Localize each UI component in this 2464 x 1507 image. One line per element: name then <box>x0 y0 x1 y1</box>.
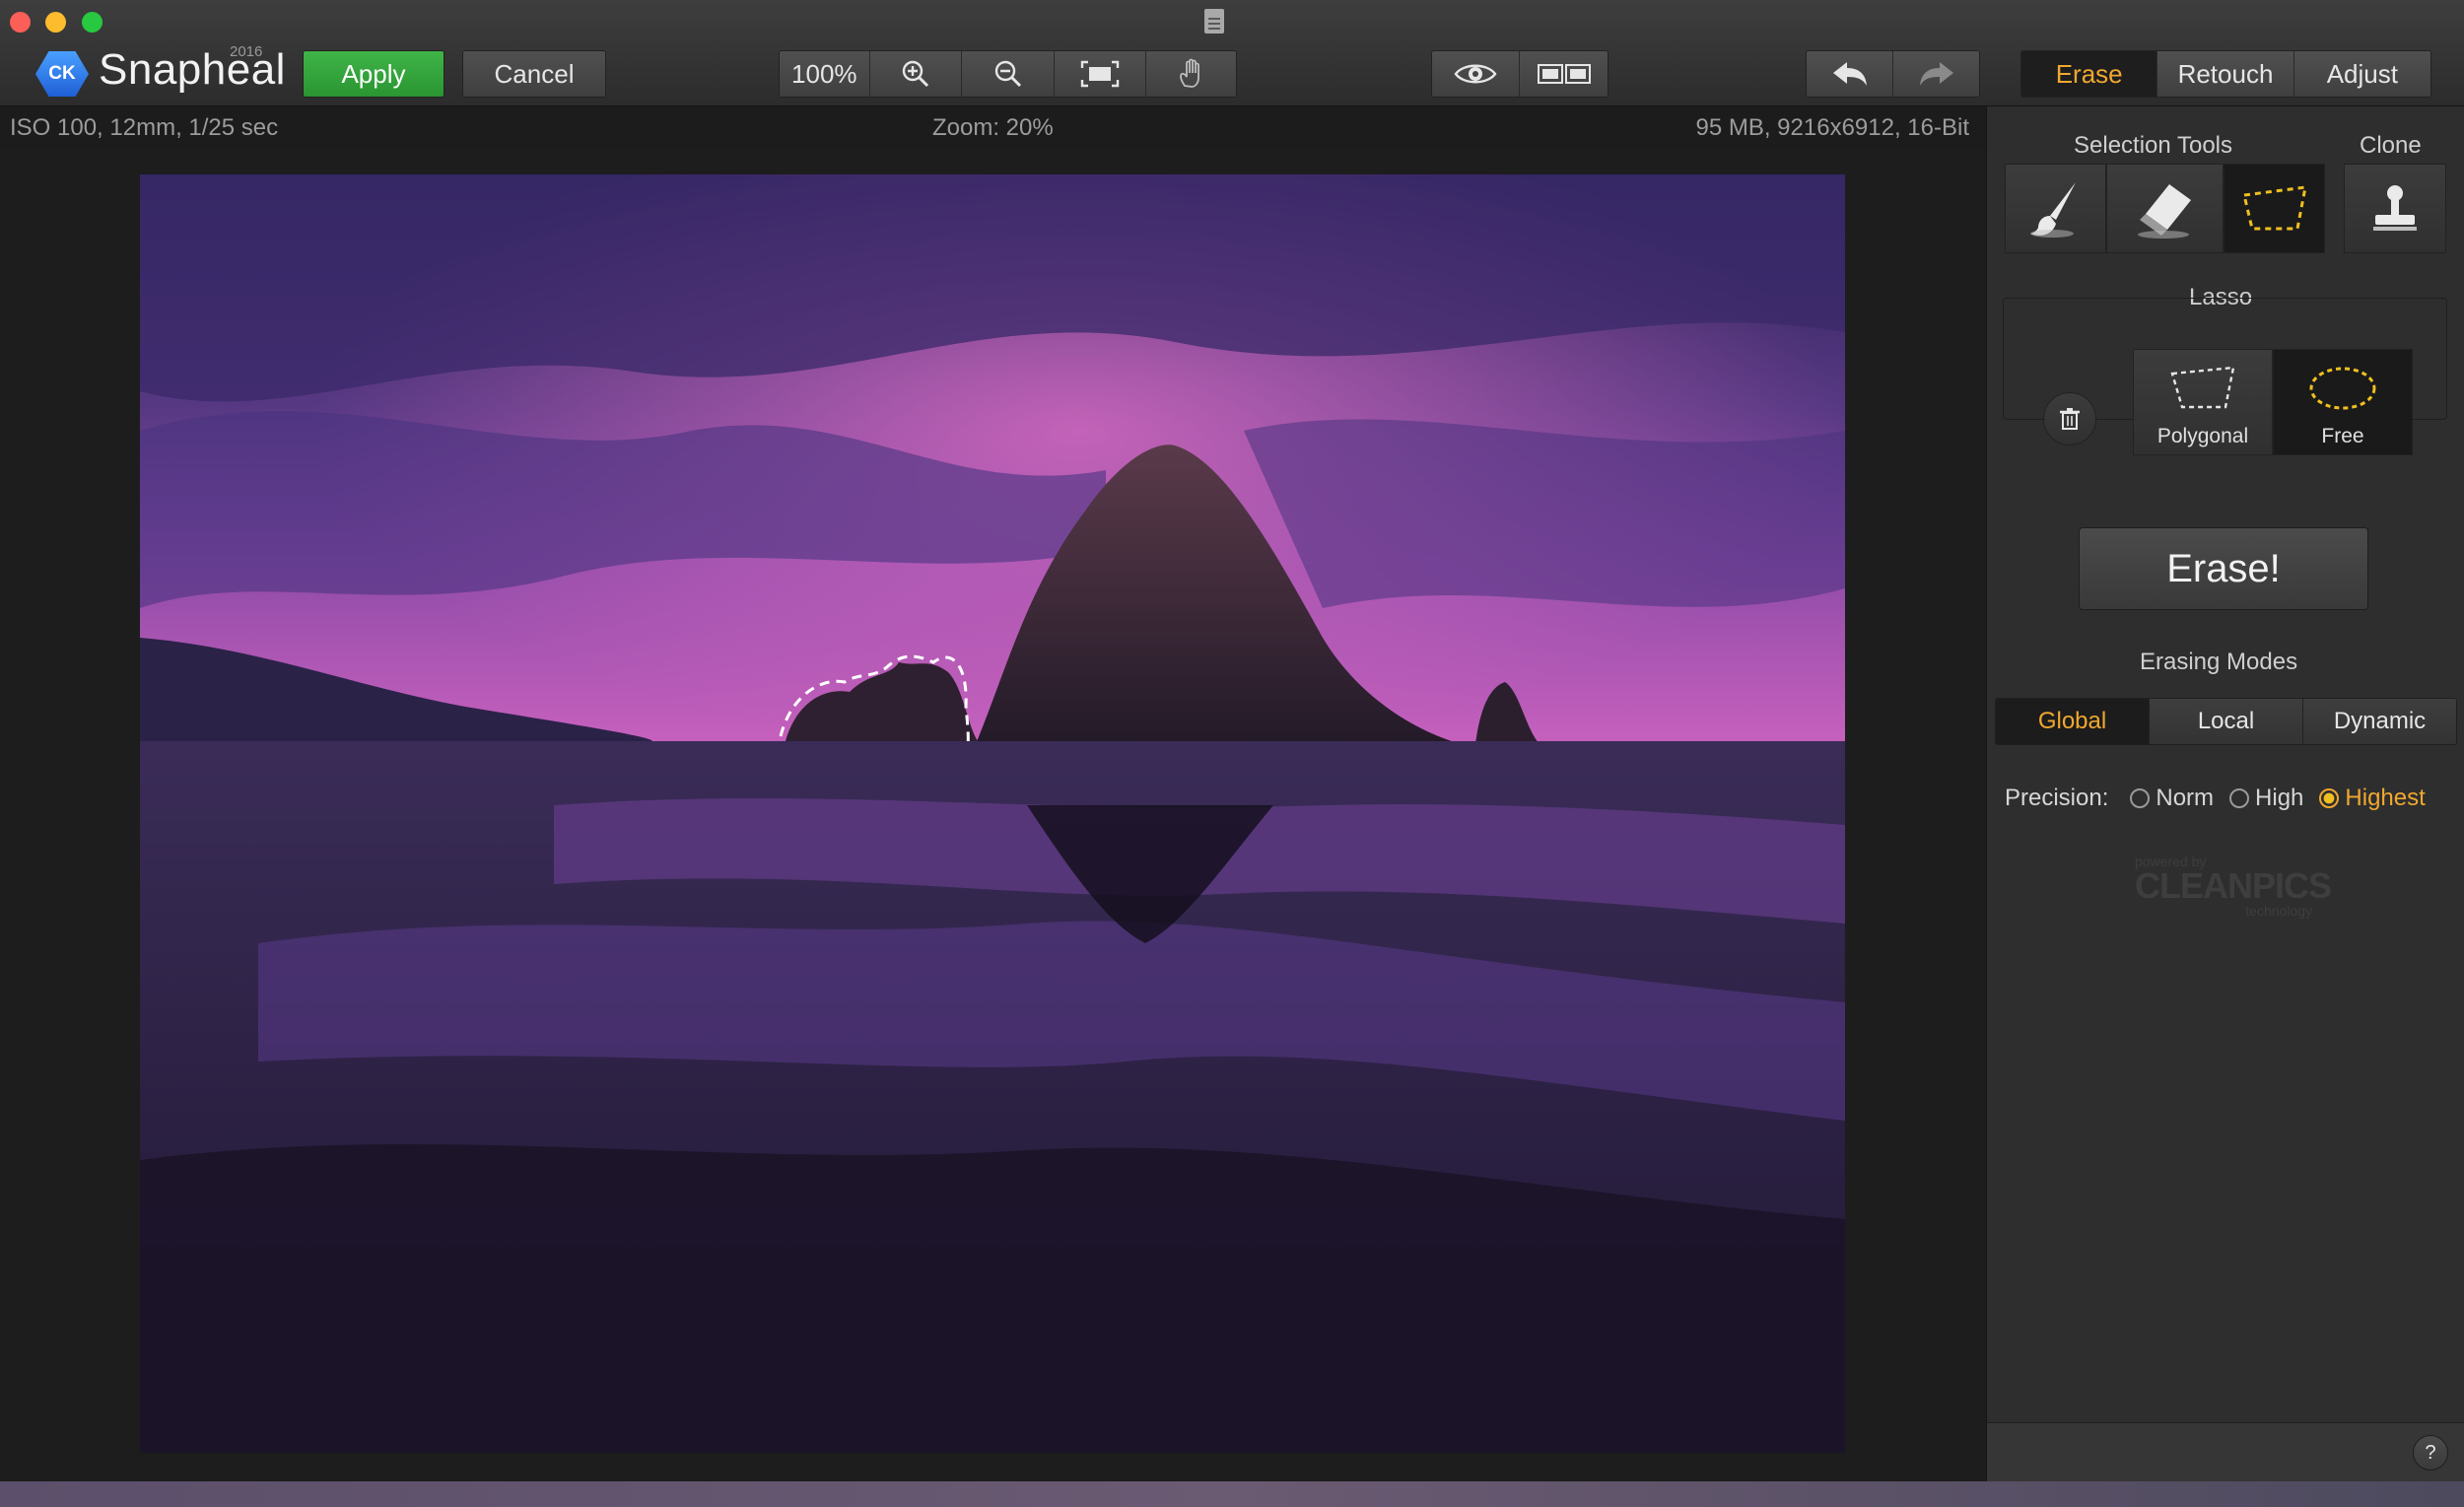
precision-high-label: High <box>2255 785 2304 811</box>
clone-stamp-button[interactable] <box>2344 164 2446 253</box>
mode-local[interactable]: Local <box>2150 699 2303 744</box>
zoom-out-button[interactable] <box>962 51 1055 97</box>
document-icon <box>1204 9 1224 34</box>
zoom-in-icon <box>902 60 928 88</box>
erase-button[interactable]: Erase! <box>2079 527 2368 610</box>
stamp-icon <box>2373 184 2417 231</box>
cancel-button[interactable]: Cancel <box>462 50 606 98</box>
photo-scene <box>140 174 1845 1453</box>
lasso-free-label: Free <box>2321 425 2364 447</box>
mode-tabs: Erase Retouch Adjust <box>2020 50 2431 98</box>
hand-tool-button[interactable] <box>1146 51 1236 97</box>
precision-norm-label: Norm <box>2156 785 2215 811</box>
fit-to-screen-icon <box>1080 60 1120 88</box>
precision-norm-radio[interactable]: Norm <box>2130 785 2214 812</box>
lasso-tool-button[interactable] <box>2224 164 2325 253</box>
precision-label: Precision: <box>2005 785 2109 811</box>
zoom-window-button[interactable] <box>82 12 103 33</box>
photo-preview[interactable] <box>140 174 1845 1453</box>
clone-title: Clone <box>2360 132 2422 159</box>
minimize-window-button[interactable] <box>45 12 66 33</box>
zoom-level: Zoom: 20% <box>932 114 1054 141</box>
hand-tool-icon <box>1179 58 1199 88</box>
exif-info: ISO 100, 12mm, 1/25 sec <box>10 114 279 141</box>
app-logo-icon: CK <box>35 51 89 97</box>
app-year: 2016 <box>230 43 263 60</box>
cleanpics-text: CLEANPICS <box>2135 865 2332 906</box>
lasso-polygonal-button[interactable]: Polygonal <box>2133 349 2273 455</box>
mode-global[interactable]: Global <box>1996 699 2150 744</box>
zoom-out-icon <box>994 60 1021 88</box>
precision-highest-radio[interactable]: Highest <box>2319 785 2426 812</box>
app-window: CK Snapheal 2016 Apply Cancel 100% Erase… <box>0 0 2464 1481</box>
tools-panel: Selection Tools Clone Lasso Polygonal Fr… <box>1986 106 2464 1481</box>
apply-button[interactable]: Apply <box>303 50 445 98</box>
zoom-100-button[interactable]: 100% <box>780 51 870 97</box>
compare-button[interactable] <box>1520 51 1608 97</box>
info-bar: ISO 100, 12mm, 1/25 sec Zoom: 20% 95 MB,… <box>0 106 1986 148</box>
compare-icon <box>1537 64 1591 84</box>
free-lasso-icon <box>2309 367 2376 410</box>
eraser-tool-button[interactable] <box>2106 164 2224 253</box>
image-canvas[interactable] <box>0 148 1986 1481</box>
redo-button[interactable] <box>1893 51 1979 97</box>
cleanpics-logo: powered by CLEANPICS technology <box>2135 854 2332 919</box>
desktop-background <box>0 1481 2464 1507</box>
erasing-modes: Global Local Dynamic <box>1995 698 2457 745</box>
history-controls <box>1806 50 1980 98</box>
lasso-polygonal-label: Polygonal <box>2156 425 2249 447</box>
view-controls <box>1431 50 1608 98</box>
eraser-icon <box>2137 183 2191 239</box>
undo-button[interactable] <box>1807 51 1893 97</box>
toolbar: CK Snapheal 2016 Apply Cancel 100% Erase… <box>0 0 2464 106</box>
polygonal-lasso-icon <box>2170 366 2235 409</box>
precision-highest-label: Highest <box>2345 785 2426 811</box>
zoom-controls: 100% <box>779 50 1237 98</box>
fit-to-screen-button[interactable] <box>1054 51 1147 97</box>
tab-retouch[interactable]: Retouch <box>2157 51 2294 97</box>
radio-dot-icon <box>2130 788 2151 808</box>
undo-icon <box>1832 62 1867 86</box>
help-button[interactable]: ? <box>2413 1435 2448 1471</box>
redo-icon <box>1919 62 1953 86</box>
radio-dot-icon <box>2229 788 2250 808</box>
close-window-button[interactable] <box>10 12 31 33</box>
trash-icon <box>2060 408 2080 430</box>
file-info: 95 MB, 9216x6912, 16-Bit <box>1695 114 1969 141</box>
lasso-polygon-icon <box>2241 184 2307 230</box>
tab-erase[interactable]: Erase <box>2021 51 2158 97</box>
lasso-free-button[interactable]: Free <box>2273 349 2413 455</box>
mode-dynamic[interactable]: Dynamic <box>2303 699 2456 744</box>
selection-tools-title: Selection Tools <box>2074 132 2232 159</box>
erasing-modes-title: Erasing Modes <box>2140 649 2298 675</box>
eye-icon <box>1454 64 1497 84</box>
precision-options: Precision: Norm High Highest <box>2005 785 2426 812</box>
brush-tool-button[interactable] <box>2005 164 2106 253</box>
precision-high-radio[interactable]: High <box>2229 785 2303 812</box>
clear-selection-button[interactable] <box>2043 392 2096 445</box>
radio-dot-icon <box>2319 788 2340 808</box>
preview-button[interactable] <box>1432 51 1520 97</box>
zoom-in-button[interactable] <box>869 51 963 97</box>
brush-icon <box>2029 181 2076 238</box>
panel-footer: ? <box>1987 1422 2464 1481</box>
tab-adjust[interactable]: Adjust <box>2293 51 2430 97</box>
